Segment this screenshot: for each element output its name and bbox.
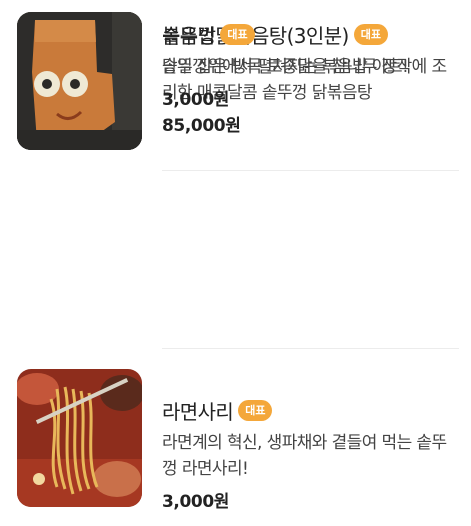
- menu-info: 볶음밥 대표 솥뚜껑위에서 펼쳐지는 볶음밥 아트! 3,000원: [162, 20, 462, 110]
- menu-price: 3,000원: [162, 492, 230, 512]
- menu-name: 라면사리: [162, 399, 234, 424]
- menu-description: 라면계의 혁신, 생파채와 곁들여 먹는 솥뚜껑 라면사리!: [162, 433, 447, 479]
- signature-badge: 대표: [220, 23, 255, 45]
- title-row: 라면사리 대표: [162, 396, 462, 424]
- menu-photo[interactable]: [17, 369, 142, 507]
- ramen-noodle-photo: [17, 369, 142, 507]
- fried-rice-art-photo: [17, 12, 142, 150]
- menu-description: 솥뚜껑위에서 펼쳐지는 볶음밥 아트!: [162, 57, 409, 77]
- menu-item[interactable]: 라면사리 대표 라면계의 혁신, 생파채와 곁들여 먹는 솥뚜껑 라면사리! 3…: [0, 351, 471, 526]
- menu-price: 3,000원: [162, 90, 230, 110]
- signature-badge: 대표: [238, 399, 273, 421]
- menu-list: 솥뚜껑닭볶음탕(3인분) 대표 당일 잡은 방목 토종닭을 참나무 장작에 조리…: [0, 0, 471, 526]
- title-row: 볶음밥 대표: [162, 20, 462, 48]
- menu-info: 라면사리 대표 라면계의 혁신, 생파채와 곁들여 먹는 솥뚜껑 라면사리! 3…: [162, 396, 462, 512]
- divider: [162, 348, 459, 349]
- menu-name: 볶음밥: [162, 23, 216, 48]
- menu-item[interactable]: 볶음밥 대표 솥뚜껑위에서 펼쳐지는 볶음밥 아트! 3,000원: [0, 0, 471, 175]
- menu-photo[interactable]: [17, 12, 142, 150]
